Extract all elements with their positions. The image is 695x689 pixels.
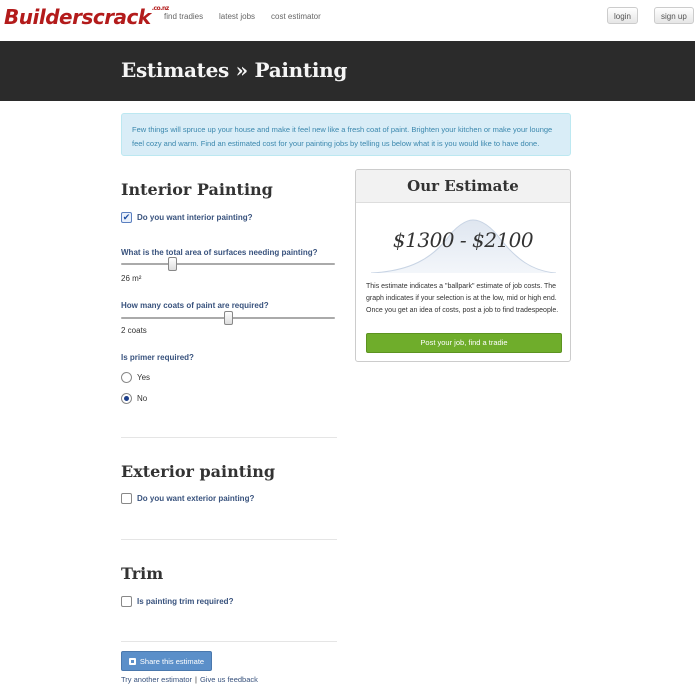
estimate-card-header: Our Estimate [356, 170, 570, 203]
nav-latest-jobs[interactable]: latest jobs [219, 12, 255, 21]
share-icon [128, 657, 136, 665]
estimate-title: Our Estimate [407, 177, 519, 195]
estimate-price-range: $1300 - $2100 [392, 228, 534, 252]
primer-no-label[interactable]: No [137, 394, 147, 403]
link-separator: | [195, 675, 197, 684]
builderscrack-logo[interactable]: Builderscrack.co.nz [4, 5, 169, 29]
area-value: 26 m² [121, 274, 142, 283]
trim-checkbox-label[interactable]: Is painting trim required? [137, 597, 233, 606]
primer-no-radio[interactable] [121, 393, 132, 404]
radio-selected-dot [124, 396, 129, 401]
nav-cost-estimator[interactable]: cost estimator [271, 12, 321, 21]
exterior-checkbox-row[interactable]: Do you want exterior painting? [121, 491, 254, 505]
coats-question: How many coats of paint are required? [121, 301, 269, 310]
area-slider-handle[interactable] [168, 257, 178, 271]
area-slider[interactable] [121, 257, 335, 271]
interior-section-title: Interior Painting [121, 180, 273, 199]
interior-checkbox-label[interactable]: Do you want interior painting? [137, 213, 253, 222]
post-job-button[interactable]: Post your job, find a tradie [366, 333, 562, 353]
section-divider [121, 539, 337, 540]
coats-slider-handle[interactable] [224, 311, 233, 325]
footer-links: Try another estimator | Give us feedback [121, 675, 258, 684]
area-slider-track[interactable] [121, 263, 335, 265]
interior-checkbox-row[interactable]: ✔ Do you want interior painting? [121, 210, 253, 224]
try-another-estimator-link[interactable]: Try another estimator [121, 675, 192, 684]
primer-yes-radio[interactable] [121, 372, 132, 383]
share-button-label: Share this estimate [139, 656, 205, 666]
page-title: Estimates » Painting [121, 58, 348, 82]
coats-slider[interactable] [121, 311, 335, 325]
top-nav: Builderscrack.co.nz find tradies latest … [0, 0, 695, 41]
nav-find-tradies[interactable]: find tradies [164, 12, 203, 21]
checkmark-icon: ✔ [122, 211, 131, 222]
intro-info-box: Few things will spruce up your house and… [121, 113, 571, 156]
exterior-section-title: Exterior painting [121, 462, 276, 481]
primer-option-no[interactable]: No [121, 392, 147, 405]
page-header: Estimates » Painting [0, 41, 695, 101]
signup-button[interactable]: sign up [654, 7, 694, 24]
trim-checkbox[interactable] [121, 595, 132, 607]
logo-text: Builderscrack [4, 5, 151, 29]
section-divider [121, 641, 337, 642]
exterior-checkbox[interactable] [121, 492, 132, 504]
share-estimate-button[interactable]: Share this estimate [121, 651, 212, 671]
estimate-description: This estimate indicates a "ballpark" est… [366, 283, 559, 314]
interior-checkbox[interactable]: ✔ [121, 211, 132, 223]
section-divider [121, 437, 337, 438]
logo-tld: .co.nz [151, 5, 170, 12]
estimate-card: Our Estimate $1300 - $2100 This estimate… [355, 169, 571, 362]
primer-yes-label[interactable]: Yes [137, 373, 150, 382]
trim-checkbox-row[interactable]: Is painting trim required? [121, 594, 233, 608]
area-question: What is the total area of surfaces needi… [121, 248, 318, 257]
coats-value: 2 coats [121, 326, 147, 335]
exterior-checkbox-label[interactable]: Do you want exterior painting? [137, 494, 254, 503]
primer-option-yes[interactable]: Yes [121, 371, 150, 384]
give-feedback-link[interactable]: Give us feedback [200, 675, 258, 684]
login-button[interactable]: login [607, 7, 638, 24]
primer-question: Is primer required? [121, 353, 194, 362]
trim-section-title: Trim [121, 564, 164, 583]
